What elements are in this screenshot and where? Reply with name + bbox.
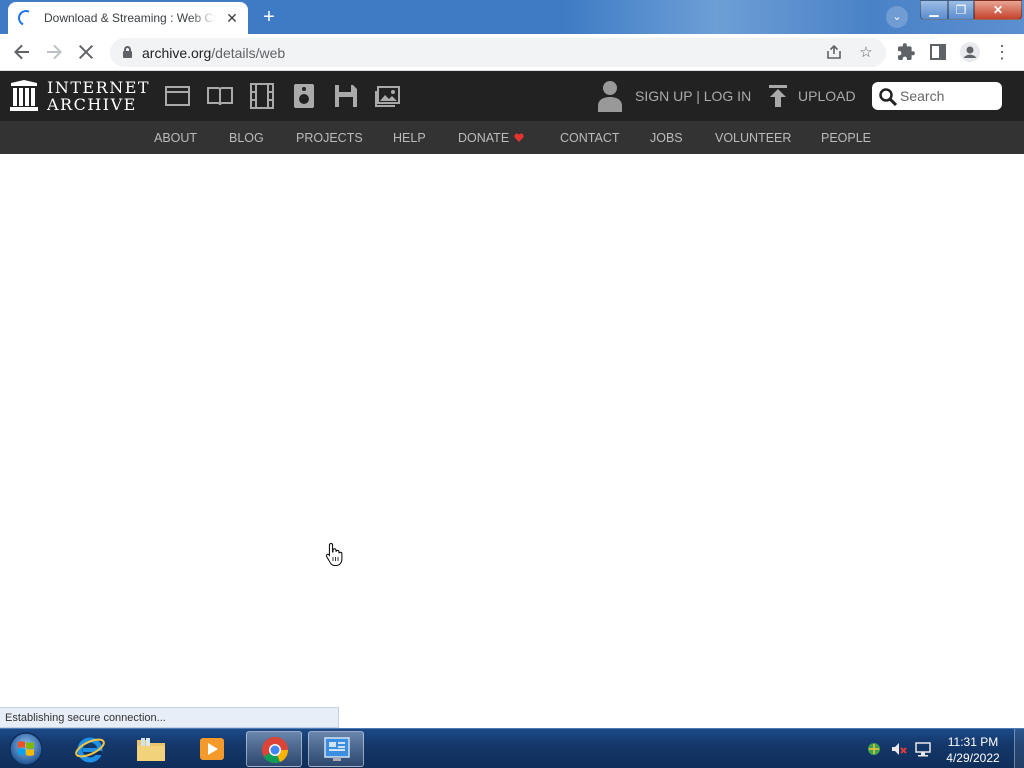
search-input[interactable] [900, 88, 996, 104]
taskbar-chrome[interactable] [246, 731, 302, 767]
network-monitor-icon[interactable] [915, 741, 931, 757]
show-desktop-button[interactable] [1014, 729, 1024, 768]
url-path: /details/web [211, 45, 286, 61]
chevron-down-icon[interactable]: ⌄ [886, 6, 908, 28]
loading-spinner-icon [15, 7, 37, 29]
forward-arrow-icon[interactable] [42, 40, 66, 64]
clock-time: 11:31 PM [947, 735, 999, 749]
logo-line-1: INTERNET [47, 78, 151, 97]
logo-line-2: ARCHIVE [47, 95, 137, 114]
audio-speaker-icon[interactable] [291, 83, 317, 109]
address-bar[interactable]: archive.org/details/web ☆ [110, 38, 886, 67]
video-film-icon[interactable] [249, 83, 275, 109]
nav-about[interactable]: ABOUT [154, 131, 197, 145]
nav-people[interactable]: PEOPLE [821, 131, 871, 145]
browser-tab[interactable]: Download & Streaming : Web Cr ✕ [8, 2, 248, 34]
browser-toolbar: archive.org/details/web ☆ ⋮ [0, 34, 1024, 71]
ia-nav-bar: ABOUT BLOG PROJECTS HELP DONATE CONTACT … [0, 121, 1024, 154]
profile-avatar-icon[interactable] [958, 40, 982, 64]
upload-arrow-icon[interactable] [768, 85, 788, 107]
upload-link[interactable]: UPLOAD [798, 88, 856, 104]
windows-start-orb-icon[interactable] [6, 731, 46, 767]
nav-volunteer[interactable]: VOLUNTEER [715, 131, 791, 145]
nav-donate-label: DONATE [458, 131, 510, 145]
images-icon[interactable] [375, 83, 401, 109]
internet-archive-logo-icon[interactable] [10, 80, 38, 112]
url-host: archive.org [142, 45, 212, 61]
folder-icon [137, 738, 165, 761]
lock-icon[interactable] [123, 46, 132, 58]
hand-pointer-cursor-icon [325, 542, 343, 566]
close-icon[interactable]: ✕ [224, 10, 240, 27]
page-content [0, 154, 1024, 728]
tab-title: Download & Streaming : Web Cr [44, 11, 216, 25]
extensions-puzzle-icon[interactable] [894, 40, 918, 64]
network-update-tray-icon[interactable] [866, 741, 882, 757]
clock-date: 4/29/2022 [946, 751, 1000, 765]
windows-taskbar: 11:31 PM 4/29/2022 [0, 728, 1024, 768]
nav-blog[interactable]: BLOG [229, 131, 264, 145]
software-floppy-icon[interactable] [333, 83, 359, 109]
user-avatar-icon[interactable] [597, 80, 623, 112]
close-window-button[interactable]: ✕ [974, 0, 1022, 20]
system-clock[interactable]: 11:31 PM 4/29/2022 [940, 734, 1006, 766]
taskbar-media-player[interactable] [184, 731, 240, 767]
window-controls: ▁ ❐ ✕ [920, 0, 1022, 20]
kebab-menu-icon[interactable]: ⋮ [990, 40, 1014, 64]
web-icon[interactable] [165, 83, 191, 109]
heart-icon [514, 133, 524, 142]
volume-muted-icon[interactable] [891, 741, 907, 757]
minimize-button[interactable]: ▁ [920, 0, 948, 20]
texts-book-icon[interactable] [207, 83, 233, 109]
nav-donate[interactable]: DONATE [458, 131, 524, 145]
new-tab-button[interactable]: + [258, 6, 280, 28]
stop-loading-icon[interactable] [74, 40, 98, 64]
site-logo-text[interactable]: INTERNET ARCHIVE [47, 79, 150, 113]
nav-projects[interactable]: PROJECTS [296, 131, 363, 145]
side-panel-icon[interactable] [926, 40, 950, 64]
url-text: archive.org/details/web [142, 45, 285, 61]
taskbar-control-panel[interactable] [308, 731, 364, 767]
nav-help[interactable]: HELP [393, 131, 426, 145]
media-player-icon [200, 738, 224, 760]
taskbar-file-explorer[interactable] [123, 731, 179, 767]
ia-header: INTERNET ARCHIVE SIGN UP | LOG IN UPLOAD [0, 71, 1024, 121]
control-panel-icon [324, 737, 350, 761]
site-search-box[interactable] [872, 82, 1002, 110]
taskbar-internet-explorer[interactable] [62, 731, 118, 767]
back-arrow-icon[interactable] [10, 40, 34, 64]
signup-login-link[interactable]: SIGN UP | LOG IN [635, 88, 751, 104]
nav-jobs[interactable]: JOBS [650, 131, 683, 145]
star-bookmark-icon[interactable]: ☆ [856, 43, 876, 63]
internet-explorer-icon [75, 737, 105, 763]
status-bubble: Establishing secure connection... [0, 707, 339, 728]
maximize-button[interactable]: ❐ [948, 0, 974, 20]
share-icon[interactable] [824, 43, 844, 63]
nav-contact[interactable]: CONTACT [560, 131, 620, 145]
search-icon[interactable] [879, 88, 897, 106]
browser-titlebar: Download & Streaming : Web Cr ✕ + ⌄ ▁ ❐ … [0, 0, 1024, 34]
chrome-icon [262, 736, 288, 764]
